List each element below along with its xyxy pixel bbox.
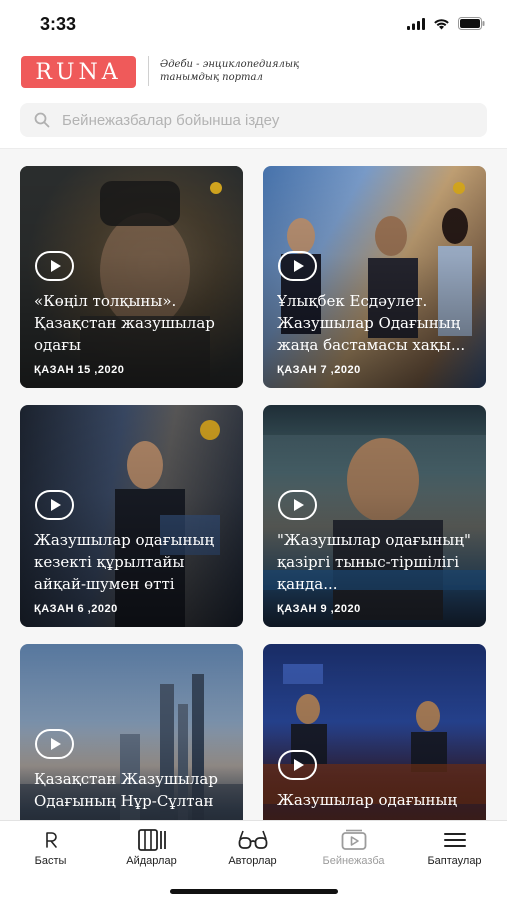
- video-title: Ұлықбек Есдәулет. Жазушылар Одағының жаң…: [277, 292, 466, 354]
- video-date: ҚАЗАН 9 ,2020: [277, 603, 361, 615]
- tab-settings[interactable]: Баптаулар: [404, 827, 505, 873]
- video-card[interactable]: "Жазушылар одағының" қазіргі тыныс-тірші…: [263, 405, 486, 627]
- home-indicator: [170, 889, 338, 894]
- runa-logo[interactable]: RUNA: [21, 56, 136, 88]
- battery-icon: [458, 17, 485, 30]
- tab-categories[interactable]: Айдарлар: [101, 827, 202, 873]
- video-card[interactable]: Жазушылар одағының: [263, 644, 486, 820]
- tab-authors[interactable]: Авторлар: [202, 827, 303, 873]
- glasses-icon: [238, 827, 268, 853]
- video-list[interactable]: «Көңіл толқыны». Қазақстан жазушылар ода…: [0, 148, 507, 820]
- columns-icon: [137, 827, 167, 853]
- video-play-icon: [341, 827, 367, 853]
- status-icons: [407, 17, 485, 30]
- status-time: 3:33: [40, 14, 77, 34]
- tab-videos[interactable]: Бейнежазба: [303, 827, 404, 873]
- runa-logo-icon: [44, 827, 58, 853]
- video-title: Жазушылар одағының кезекті құрылтайы айқ…: [34, 531, 215, 593]
- portal-tagline: Әдеби - энциклопедиялық танымдық портал: [160, 59, 300, 83]
- search-icon: [34, 112, 50, 128]
- video-title: «Көңіл толқыны». Қазақстан жазушылар ода…: [34, 292, 215, 354]
- play-icon[interactable]: [278, 490, 317, 520]
- logo-divider: [148, 56, 149, 86]
- tab-label: Авторлар: [228, 855, 277, 867]
- tab-label: Бейнежазба: [322, 855, 385, 867]
- app-header: RUNA Әдеби - энциклопедиялық танымдық по…: [0, 50, 507, 148]
- video-title: "Жазушылар одағының" қазіргі тыныс-тірші…: [277, 531, 471, 593]
- video-title: Қазақстан Жазушылар Одағының Нұр-Сұлтан: [34, 770, 218, 810]
- play-icon[interactable]: [35, 729, 74, 759]
- search-bar[interactable]: [20, 103, 487, 137]
- tab-label: Баптаулар: [427, 855, 482, 867]
- video-date: ҚАЗАН 6 ,2020: [34, 603, 118, 615]
- status-bar: 3:33: [0, 0, 507, 50]
- video-grid: «Көңіл толқыны». Қазақстан жазушылар ода…: [20, 166, 486, 820]
- video-date: ҚАЗАН 15 ,2020: [34, 364, 125, 376]
- tab-home[interactable]: Басты: [0, 827, 101, 873]
- menu-icon: [443, 827, 467, 853]
- play-icon[interactable]: [35, 490, 74, 520]
- video-title: Жазушылар одағының: [277, 791, 458, 809]
- play-icon[interactable]: [278, 750, 317, 780]
- video-card[interactable]: Қазақстан Жазушылар Одағының Нұр-Сұлтан: [20, 644, 243, 820]
- video-date: ҚАЗАН 7 ,2020: [277, 364, 361, 376]
- video-card[interactable]: Ұлықбек Есдәулет. Жазушылар Одағының жаң…: [263, 166, 486, 388]
- search-input[interactable]: [62, 111, 462, 129]
- bottom-tab-bar: Басты Айдарлар Авторлар Бейнежазба Бапта…: [0, 820, 507, 900]
- video-card[interactable]: «Көңіл толқыны». Қазақстан жазушылар ода…: [20, 166, 243, 388]
- logo-text: RUNA: [35, 59, 122, 85]
- wifi-icon: [434, 18, 449, 29]
- play-icon[interactable]: [35, 251, 74, 281]
- signal-icon: [407, 17, 425, 30]
- tab-label: Басты: [34, 855, 67, 867]
- play-icon[interactable]: [278, 251, 317, 281]
- video-card[interactable]: Жазушылар одағының кезекті құрылтайы айқ…: [20, 405, 243, 627]
- tab-label: Айдарлар: [126, 855, 177, 867]
